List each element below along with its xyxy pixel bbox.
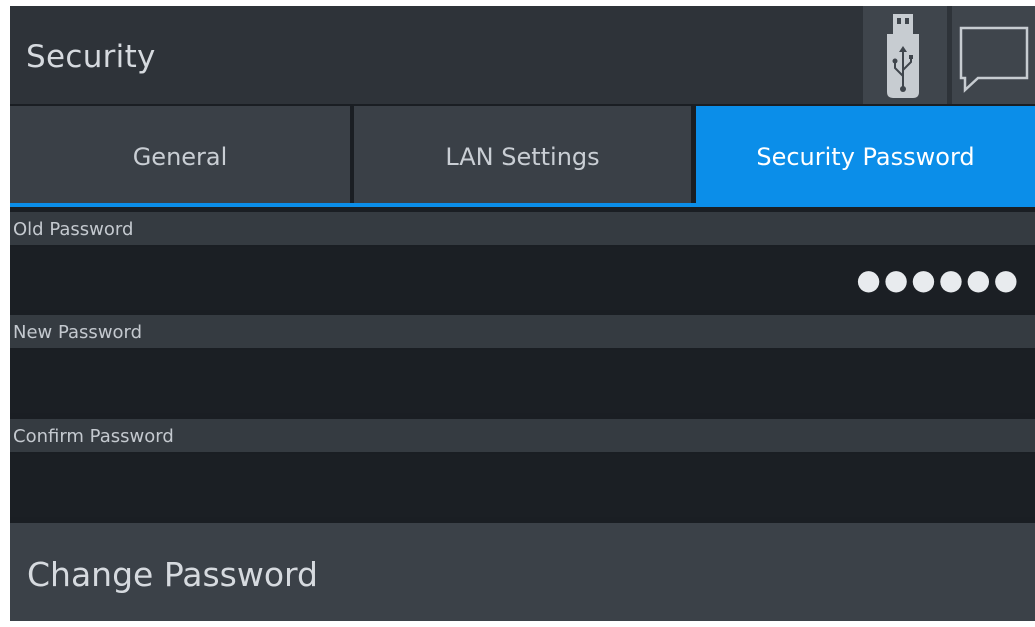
security-screen: Security General LAN Settings Security P… <box>10 6 1035 621</box>
active-tab-underline <box>10 203 1035 207</box>
new-password-field[interactable] <box>10 350 1035 413</box>
old-password-group: Old Password ●●●●●● <box>10 212 1035 312</box>
tab-general[interactable]: General <box>10 106 350 203</box>
confirm-password-group: Confirm Password <box>10 419 1035 519</box>
new-password-label: New Password <box>10 315 1035 348</box>
usb-icon <box>887 14 919 98</box>
new-password-group: New Password <box>10 315 1035 415</box>
tab-bar: General LAN Settings Security Password <box>10 106 1035 203</box>
message-icon <box>959 26 1029 93</box>
header-bar: Security <box>10 6 1035 104</box>
old-password-label: Old Password <box>10 212 1035 245</box>
old-password-field[interactable]: ●●●●●● <box>10 247 1035 310</box>
page-title: Security <box>26 39 156 75</box>
tab-security-password[interactable]: Security Password <box>696 106 1035 203</box>
tab-lan-settings[interactable]: LAN Settings <box>354 106 691 203</box>
message-button[interactable] <box>952 6 1035 104</box>
change-password-button[interactable]: Change Password <box>10 523 1035 621</box>
confirm-password-label: Confirm Password <box>10 419 1035 452</box>
confirm-password-field[interactable] <box>10 454 1035 517</box>
usb-button[interactable] <box>863 6 947 104</box>
